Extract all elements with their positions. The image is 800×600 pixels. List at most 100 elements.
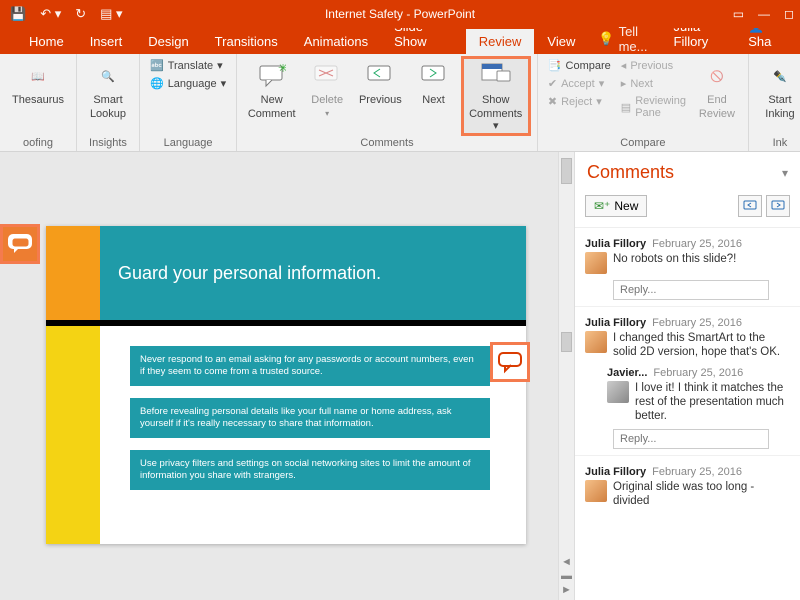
pane-icon: ▤ xyxy=(621,101,631,114)
avatar xyxy=(585,331,607,353)
titlebar: 💾 ↶ ▾ ↻ ▤ ▾ Internet Safety - PowerPoint… xyxy=(0,0,800,28)
tab-design[interactable]: Design xyxy=(135,29,201,54)
group-insights: 🔍 Smart Lookup Insights xyxy=(77,54,140,151)
show-comments-button[interactable]: Show Comments ▾ xyxy=(463,58,529,134)
tab-home[interactable]: Home xyxy=(16,29,77,54)
reply-input[interactable] xyxy=(613,429,769,449)
comment-marker-1[interactable] xyxy=(0,224,40,264)
delete-comment-button[interactable]: Delete▾ xyxy=(304,58,350,122)
avatar xyxy=(607,381,629,403)
comment-text: I love it! I think it matches the rest o… xyxy=(635,381,790,423)
accept-button[interactable]: ✔Accept ▾ xyxy=(546,76,613,91)
comments-next-button[interactable] xyxy=(766,195,790,217)
next-slide-icon[interactable]: ► xyxy=(561,584,572,596)
new-comment-icon: ✳ xyxy=(256,60,288,92)
comments-pane: Comments ▾ ✉⁺ New Julia FilloryFebruary … xyxy=(574,152,800,600)
new-comment-pane-button[interactable]: ✉⁺ New xyxy=(585,195,647,217)
end-review-button[interactable]: 🚫 End Review xyxy=(694,58,740,122)
comments-prev-button[interactable] xyxy=(738,195,762,217)
start-slideshow-icon[interactable]: ▤ ▾ xyxy=(100,6,122,22)
comment-bubble-icon xyxy=(496,350,524,374)
minimize-icon[interactable]: — xyxy=(758,7,770,21)
comments-menu-icon[interactable]: ▾ xyxy=(782,166,788,180)
reviewing-pane-button[interactable]: ▤Reviewing Pane xyxy=(619,94,688,120)
ribbon: 📖 Thesaurus oofing 🔍 Smart Lookup Insigh… xyxy=(0,54,800,152)
tab-transitions[interactable]: Transitions xyxy=(202,29,291,54)
comment-date: February 25, 2016 xyxy=(652,317,742,329)
comment-thread[interactable]: Julia FilloryFebruary 25, 2016 Original … xyxy=(575,456,800,514)
comment-author: Julia Fillory xyxy=(585,317,646,329)
comments-title: Comments xyxy=(587,162,674,183)
group-proofing: 📖 Thesaurus oofing xyxy=(0,54,77,151)
language-button[interactable]: 🌐Language ▾ xyxy=(148,76,228,91)
group-language: 🔤Translate ▾ 🌐Language ▾ Language xyxy=(140,54,237,151)
ribbon-tabs: Home Insert Design Transitions Animation… xyxy=(0,28,800,54)
ribbon-options-icon[interactable]: ▭ xyxy=(733,7,744,21)
comment-thread[interactable]: Julia Fillory February 25, 2016 I changed… xyxy=(575,307,800,456)
tab-insert[interactable]: Insert xyxy=(77,29,136,54)
comment-text: No robots on this slide?! xyxy=(613,252,736,274)
tab-review[interactable]: Review xyxy=(466,29,535,54)
smart-lookup-button[interactable]: 🔍 Smart Lookup xyxy=(85,58,131,122)
comment-date: February 25, 2016 xyxy=(653,367,743,379)
translate-button[interactable]: 🔤Translate ▾ xyxy=(148,58,228,73)
comment-author: Javier... xyxy=(607,367,647,379)
group-ink: ✒️ Start Inking Ink xyxy=(749,54,800,151)
slide[interactable]: Guard your personal information. Never r… xyxy=(46,226,526,544)
save-icon[interactable]: 💾 xyxy=(10,6,26,22)
comment-text: I changed this SmartArt to the solid 2D … xyxy=(613,331,790,359)
thesaurus-icon: 📖 xyxy=(22,60,54,92)
avatar xyxy=(585,252,607,274)
show-comments-icon xyxy=(480,60,512,92)
workarea: Guard your personal information. Never r… xyxy=(0,152,800,600)
compare-previous-button[interactable]: ◂Previous xyxy=(619,58,688,73)
bulb-icon: 💡 xyxy=(598,31,614,47)
prev-slide-icon[interactable]: ◄ xyxy=(561,556,572,568)
group-compare: 📑Compare ✔Accept ▾ ✖Reject ▾ ◂Previous ▸… xyxy=(538,54,749,151)
previous-comment-icon xyxy=(364,60,396,92)
compare-next-button[interactable]: ▸Next xyxy=(619,76,688,91)
reject-button[interactable]: ✖Reject ▾ xyxy=(546,94,613,109)
window-controls: ▭ — ◻ xyxy=(733,7,794,21)
next-comment-button[interactable]: Next xyxy=(411,58,457,108)
restore-icon[interactable]: ◻ xyxy=(784,7,794,21)
new-comment-button[interactable]: ✳ New Comment xyxy=(245,58,298,122)
slide-title: Guard your personal information. xyxy=(100,226,526,320)
slide-accent-yellow xyxy=(46,326,100,544)
scrollbar-thumb[interactable] xyxy=(561,158,572,184)
compare-button[interactable]: 📑Compare xyxy=(546,58,613,73)
reject-icon: ✖ xyxy=(548,95,557,108)
new-comment-icon: ✉⁺ xyxy=(594,199,610,213)
comment-bubble-icon xyxy=(7,233,33,255)
comment-date: February 25, 2016 xyxy=(652,238,742,250)
tell-me[interactable]: 💡Tell me... xyxy=(598,24,663,54)
tab-view[interactable]: View xyxy=(534,29,588,54)
slide-accent-orange xyxy=(46,226,100,320)
group-comments: ✳ New Comment Delete▾ Previous Next Show… xyxy=(237,54,538,151)
slide-scrollbar[interactable]: ◄ ▬ ► xyxy=(558,152,574,600)
tab-animations[interactable]: Animations xyxy=(291,29,381,54)
thesaurus-button[interactable]: 📖 Thesaurus xyxy=(8,58,68,108)
slide-body: Never respond to an email asking for any… xyxy=(100,326,526,544)
smart-lookup-icon: 🔍 xyxy=(92,60,124,92)
comment-author: Julia Fillory xyxy=(585,238,646,250)
undo-icon[interactable]: ↶ ▾ xyxy=(40,6,61,22)
previous-comment-button[interactable]: Previous xyxy=(356,58,404,108)
comment-thread[interactable]: Julia Fillory February 25, 2016 No robots… xyxy=(575,228,800,307)
slide-bullet-3: Use privacy filters and settings on soci… xyxy=(130,450,490,490)
reply-input[interactable] xyxy=(613,280,769,300)
window-title: Internet Safety - PowerPoint xyxy=(325,7,475,21)
slide-nav-sep: ▬ xyxy=(561,570,572,582)
comment-date: February 25, 2016 xyxy=(652,466,742,478)
redo-icon[interactable]: ↻ xyxy=(75,6,86,22)
comment-marker-2[interactable] xyxy=(490,342,530,382)
slide-bullet-1: Never respond to an email asking for any… xyxy=(130,346,490,386)
avatar xyxy=(585,480,607,502)
globe-icon: 🌐 xyxy=(150,77,164,90)
svg-text:✳: ✳ xyxy=(278,64,286,75)
accept-icon: ✔ xyxy=(548,77,557,90)
splitter-thumb[interactable] xyxy=(561,332,572,352)
delete-comment-icon xyxy=(311,60,343,92)
slide-bullet-2: Before revealing personal details like y… xyxy=(130,398,490,438)
start-inking-button[interactable]: ✒️ Start Inking xyxy=(757,58,800,122)
